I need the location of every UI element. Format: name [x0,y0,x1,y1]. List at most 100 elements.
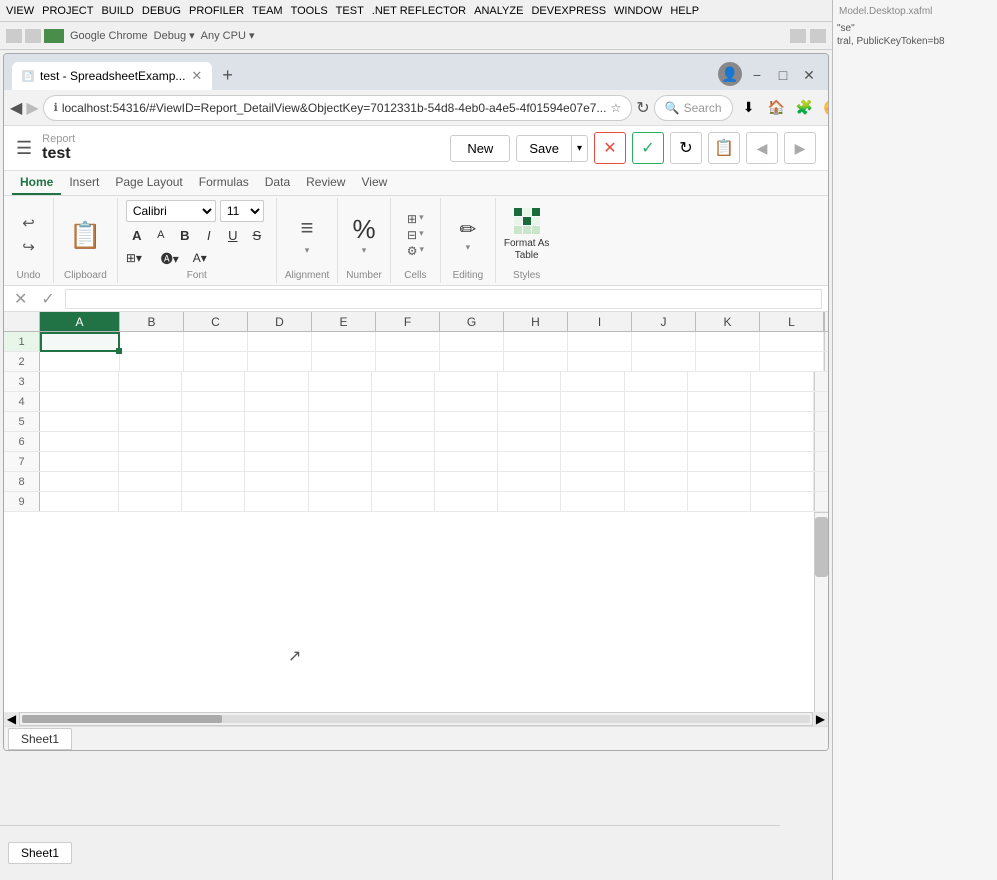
cell-f6[interactable] [372,432,435,451]
cell-i1[interactable] [568,332,632,352]
col-header-i[interactable]: I [568,312,632,331]
cell-a4[interactable] [40,392,119,411]
underline-button[interactable]: U [222,225,244,245]
cell-j3[interactable] [625,372,688,391]
cell-j2[interactable] [632,352,696,372]
cell-c9[interactable] [182,492,245,511]
cell-l3[interactable] [751,372,814,391]
cell-f5[interactable] [372,412,435,431]
cell-k2[interactable] [696,352,760,372]
cell-c1[interactable] [184,332,248,352]
cell-g6[interactable] [435,432,498,451]
tab-close-icon[interactable]: ✕ [191,68,202,84]
cell-f9[interactable] [372,492,435,511]
cell-c4[interactable] [182,392,245,411]
col-header-l[interactable]: L [760,312,824,331]
formula-confirm-button[interactable]: ✓ [37,289,58,309]
cell-l4[interactable] [751,392,814,411]
strikethrough-button[interactable]: S [246,225,268,245]
col-header-j[interactable]: J [632,312,696,331]
format-cells-button[interactable]: ⚙ [407,244,418,258]
col-header-b[interactable]: B [120,312,184,331]
tab-view[interactable]: View [353,171,395,195]
hscroll-thumb[interactable] [22,715,222,723]
cell-l6[interactable] [751,432,814,451]
cell-d8[interactable] [245,472,308,491]
cell-k5[interactable] [688,412,751,431]
tab-home[interactable]: Home [12,171,61,195]
cell-k7[interactable] [688,452,751,471]
cell-h2[interactable] [504,352,568,372]
h-scrollbar[interactable]: ◀ ▶ [4,712,828,726]
cell-b8[interactable] [119,472,182,491]
cell-k6[interactable] [688,432,751,451]
cell-i4[interactable] [561,392,624,411]
hscroll-right-btn[interactable]: ▶ [812,712,828,726]
cell-d7[interactable] [245,452,308,471]
undo-button[interactable]: ↩ [15,212,43,234]
refresh-button[interactable]: ↻ [636,95,649,121]
cell-h3[interactable] [498,372,561,391]
extensions-icon[interactable]: 🧩 [793,96,817,120]
save-dropdown-button[interactable]: ▾ [572,135,588,162]
refresh-report-button[interactable]: ↻ [670,132,702,164]
cell-j7[interactable] [625,452,688,471]
browser-tab[interactable]: 📄 test - SpreadsheetExamp... ✕ [12,62,212,90]
col-header-f[interactable]: F [376,312,440,331]
cell-a3[interactable] [40,372,119,391]
cell-d9[interactable] [245,492,308,511]
cell-c8[interactable] [182,472,245,491]
cell-d6[interactable] [245,432,308,451]
cell-i9[interactable] [561,492,624,511]
cell-d1[interactable] [248,332,312,352]
row-num-7[interactable]: 7 [4,452,40,471]
insert-cells-button[interactable]: ⊞ [407,212,417,226]
format-as-table-button[interactable]: Format As Table [504,208,550,262]
editing-button[interactable]: ✏ ▾ [459,217,476,253]
cell-i7[interactable] [561,452,624,471]
tab-data[interactable]: Data [257,171,298,195]
cell-f7[interactable] [372,452,435,471]
cell-l5[interactable] [751,412,814,431]
vscroll-track[interactable] [824,332,828,351]
cell-c3[interactable] [182,372,245,391]
italic-button[interactable]: I [198,225,220,245]
cell-k4[interactable] [688,392,751,411]
cell-h9[interactable] [498,492,561,511]
cell-e9[interactable] [309,492,372,511]
cell-i5[interactable] [561,412,624,431]
align-button[interactable]: ≡ [301,215,314,241]
cell-b6[interactable] [119,432,182,451]
cell-i8[interactable] [561,472,624,491]
hscroll-left-btn[interactable]: ◀ [4,712,20,726]
minimize-button[interactable]: − [746,64,768,86]
cell-e1[interactable] [312,332,376,352]
col-header-e[interactable]: E [312,312,376,331]
font-family-select[interactable]: Calibri [126,200,216,222]
paste-button[interactable]: 📋 [69,220,101,251]
cell-f1[interactable] [376,332,440,352]
cell-b3[interactable] [119,372,182,391]
cell-i6[interactable] [561,432,624,451]
home-icon[interactable]: 🏠 [765,96,789,120]
cell-h7[interactable] [498,452,561,471]
cell-c7[interactable] [182,452,245,471]
cell-b5[interactable] [119,412,182,431]
cell-d5[interactable] [245,412,308,431]
cell-f4[interactable] [372,392,435,411]
cell-j8[interactable] [625,472,688,491]
cell-g5[interactable] [435,412,498,431]
row-num-1[interactable]: 1 [4,332,40,351]
col-header-k[interactable]: K [696,312,760,331]
tab-page-layout[interactable]: Page Layout [107,171,190,195]
col-header-d[interactable]: D [248,312,312,331]
hamburger-button[interactable]: ☰ [16,138,32,159]
cell-g1[interactable] [440,332,504,352]
cell-k8[interactable] [688,472,751,491]
cell-l8[interactable] [751,472,814,491]
tab-formulas[interactable]: Formulas [191,171,257,195]
cell-f3[interactable] [372,372,435,391]
emoji-icon[interactable]: 😊 [821,96,829,120]
row-num-9[interactable]: 9 [4,492,40,511]
cell-l2[interactable] [760,352,824,372]
